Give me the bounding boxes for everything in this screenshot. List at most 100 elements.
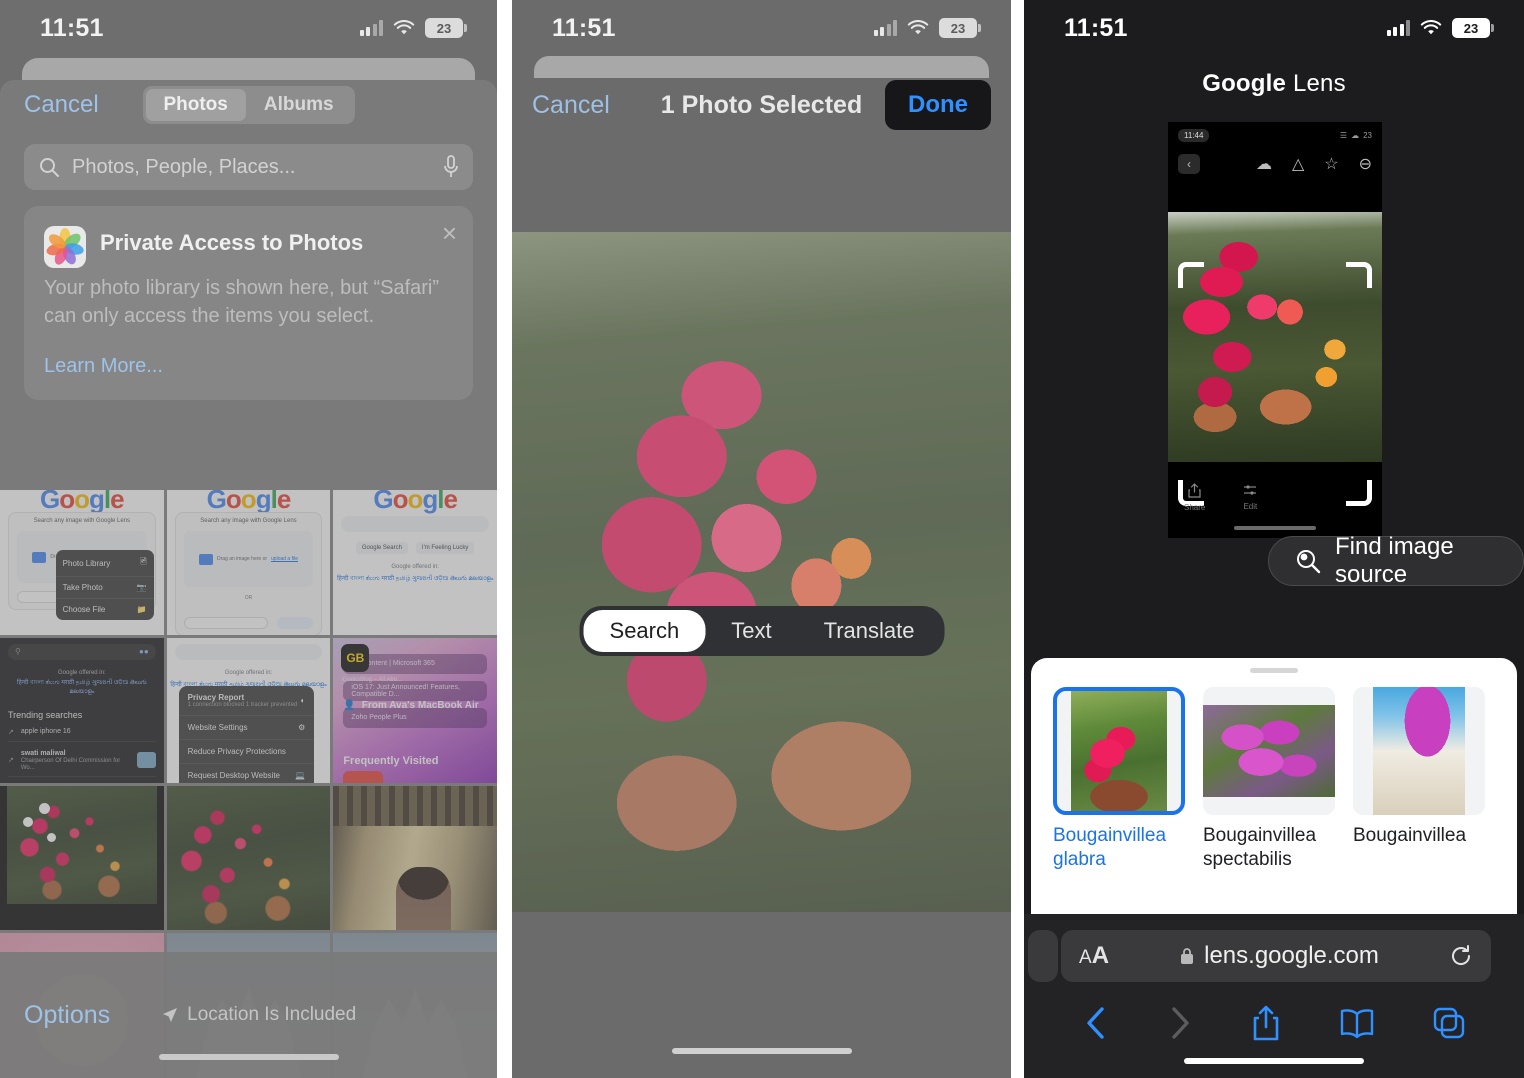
airplay-icon: △ [1291, 156, 1305, 173]
preview-status-icons: ☰ ☁ 23 [1340, 131, 1372, 140]
find-image-source-button[interactable]: Find image source [1268, 533, 1524, 588]
photos-app-icon [44, 226, 86, 268]
home-indicator[interactable] [1184, 1058, 1364, 1064]
location-included-status: Location Is Included [162, 1004, 356, 1026]
search-input[interactable]: Photos, People, Places... [24, 144, 473, 190]
tabs-icon[interactable] [1433, 1007, 1465, 1039]
url-text[interactable]: lens.google.com [1109, 942, 1449, 970]
edit-action[interactable]: Edit [1243, 483, 1257, 512]
share-action[interactable]: Share [1184, 483, 1205, 512]
adjacent-tab-edge[interactable] [1028, 930, 1058, 982]
learn-more-link[interactable]: Learn More... [44, 355, 453, 378]
wifi-icon [393, 20, 415, 36]
lens-mode-tabs[interactable]: Search Text Translate [579, 606, 945, 656]
selected-photo-preview[interactable] [512, 232, 1011, 912]
text-size-button[interactable]: AA [1079, 942, 1109, 970]
result-label: Bougainvillea glabra [1053, 825, 1167, 870]
forward-icon [1167, 1006, 1193, 1040]
result-label: Bougainvillea [1353, 825, 1467, 846]
edit-sliders-icon [1243, 483, 1257, 497]
battery-icon: 23 [939, 18, 981, 38]
lens-wordmark: Lens [1286, 70, 1346, 97]
status-indicators: 23 [1386, 18, 1494, 38]
preview-home-indicator [1234, 526, 1316, 530]
tab-text[interactable]: Text [705, 610, 797, 652]
picker-toolbar: Cancel Photos Albums [0, 80, 497, 130]
home-indicator[interactable] [158, 1054, 339, 1060]
edit-label: Edit [1243, 502, 1258, 511]
result-thumbnail [1203, 687, 1335, 815]
location-arrow-icon [162, 1007, 178, 1023]
photo-thumbnail[interactable] [0, 785, 164, 931]
result-thumbnail [1353, 687, 1485, 815]
result-card[interactable]: Bougainvillea glabra [1053, 687, 1185, 872]
status-indicators: 23 [873, 18, 981, 38]
tab-search[interactable]: Search [583, 610, 706, 652]
status-time: 11:51 [1064, 13, 1128, 42]
photo-thumbnail[interactable]: Google Google Search I'm Feeling Lucky G… [333, 490, 497, 635]
photo-thumbnail[interactable]: GB iGeeksBlog – All Abo... 👤 From Ava's M… [333, 637, 497, 783]
photo-thumbnail[interactable]: Google Search any image with Google Lens… [166, 490, 331, 635]
back-icon[interactable] [1083, 1006, 1109, 1040]
preview-bottom-bar: Share Edit [1168, 466, 1382, 538]
photo-thumbnail[interactable]: Google offered in: हिन्दी বাংলা ತೆಲುಗು म… [166, 637, 331, 783]
segment-photos[interactable]: Photos [145, 89, 246, 121]
notice-header: Private Access to Photos [44, 226, 453, 268]
preview-time: 11:44 [1178, 128, 1210, 142]
cloud-icon: ☁ [1255, 156, 1272, 173]
address-bar[interactable]: AA lens.google.com [1061, 930, 1491, 982]
search-placeholder: Photos, People, Places... [72, 155, 296, 178]
home-indicator[interactable] [671, 1048, 852, 1054]
screenshot-stage: 11:51 23 Cancel Photos Albums Photos, Pe… [0, 0, 1524, 1078]
google-wordmark: Google [1202, 70, 1287, 97]
photo-thumbnail[interactable]: ⚲ ●● Google offered in: हिन्दी বাংলা ತೆಲು… [0, 637, 164, 783]
wifi-icon [907, 20, 929, 36]
cancel-button[interactable]: Cancel [24, 91, 99, 119]
notice-body: Your photo library is shown here, but “S… [44, 277, 440, 328]
result-label: Bougainvillea spectabilis [1203, 825, 1317, 870]
status-time: 11:51 [40, 13, 104, 42]
lens-search-icon [1295, 548, 1321, 574]
status-bar-left: 11:51 23 [0, 0, 497, 56]
lens-image-preview[interactable]: 11:44 ☰ ☁ 23 ‹ ☁ △ ☆ ⊖ Share Edit [1168, 122, 1382, 538]
cellular-signal-icon [873, 20, 897, 36]
share-icon[interactable] [1251, 1005, 1281, 1041]
wifi-icon [1420, 20, 1442, 36]
preview-toolbar-icons: ☁ △ ☆ ⊖ [1256, 154, 1372, 174]
battery-icon: 23 [425, 18, 467, 38]
done-button[interactable]: Done [885, 80, 991, 130]
photo-thumbnail[interactable] [166, 785, 331, 931]
result-card[interactable]: Bougainvillea spectabilis [1203, 687, 1335, 872]
page-title: Google Lens [1024, 70, 1524, 98]
preview-inner-toolbar: ‹ ☁ △ ☆ ⊖ [1168, 150, 1382, 178]
options-button[interactable]: Options [24, 1001, 110, 1030]
photo-thumbnail[interactable]: Google Search any image with Google Lens… [0, 490, 164, 635]
location-label: Location Is Included [187, 1004, 357, 1025]
selection-title: 1 Photo Selected [660, 90, 863, 119]
battery-icon: 23 [1452, 18, 1494, 38]
cellular-signal-icon [1386, 20, 1410, 36]
battery-icon: 23 [1363, 130, 1372, 140]
photo-thumbnail[interactable] [333, 785, 497, 931]
minus-circle-icon: ⊖ [1358, 156, 1372, 173]
status-indicators: 23 [359, 18, 467, 38]
reload-icon[interactable] [1449, 944, 1473, 968]
cancel-button[interactable]: Cancel [532, 91, 610, 120]
notice-title: Private Access to Photos [100, 230, 364, 255]
result-card[interactable]: Bougainvillea [1353, 687, 1485, 872]
bookmarks-icon[interactable] [1339, 1008, 1375, 1038]
wifi-icon: ☁ [1351, 130, 1360, 140]
photos-albums-segmented-control[interactable]: Photos Albums [142, 86, 355, 124]
microphone-icon[interactable] [443, 155, 459, 179]
segment-albums[interactable]: Albums [246, 89, 352, 121]
status-time: 11:51 [552, 13, 616, 42]
phone-panel-photo-picker: 11:51 23 Cancel Photos Albums Photos, Pe… [0, 0, 497, 1078]
share-label: Share [1184, 503, 1206, 512]
results-grid: Bougainvillea glabra Bougainvillea spect… [1031, 673, 1517, 872]
close-icon[interactable]: × [442, 220, 457, 246]
photo-picker-sheet: Cancel Photos Albums Photos, People, Pla… [0, 80, 497, 1078]
browser-nav-bar [1024, 1000, 1524, 1046]
find-image-source-label: Find image source [1335, 533, 1454, 588]
tab-translate[interactable]: Translate [798, 610, 941, 652]
lock-icon [1179, 947, 1195, 965]
